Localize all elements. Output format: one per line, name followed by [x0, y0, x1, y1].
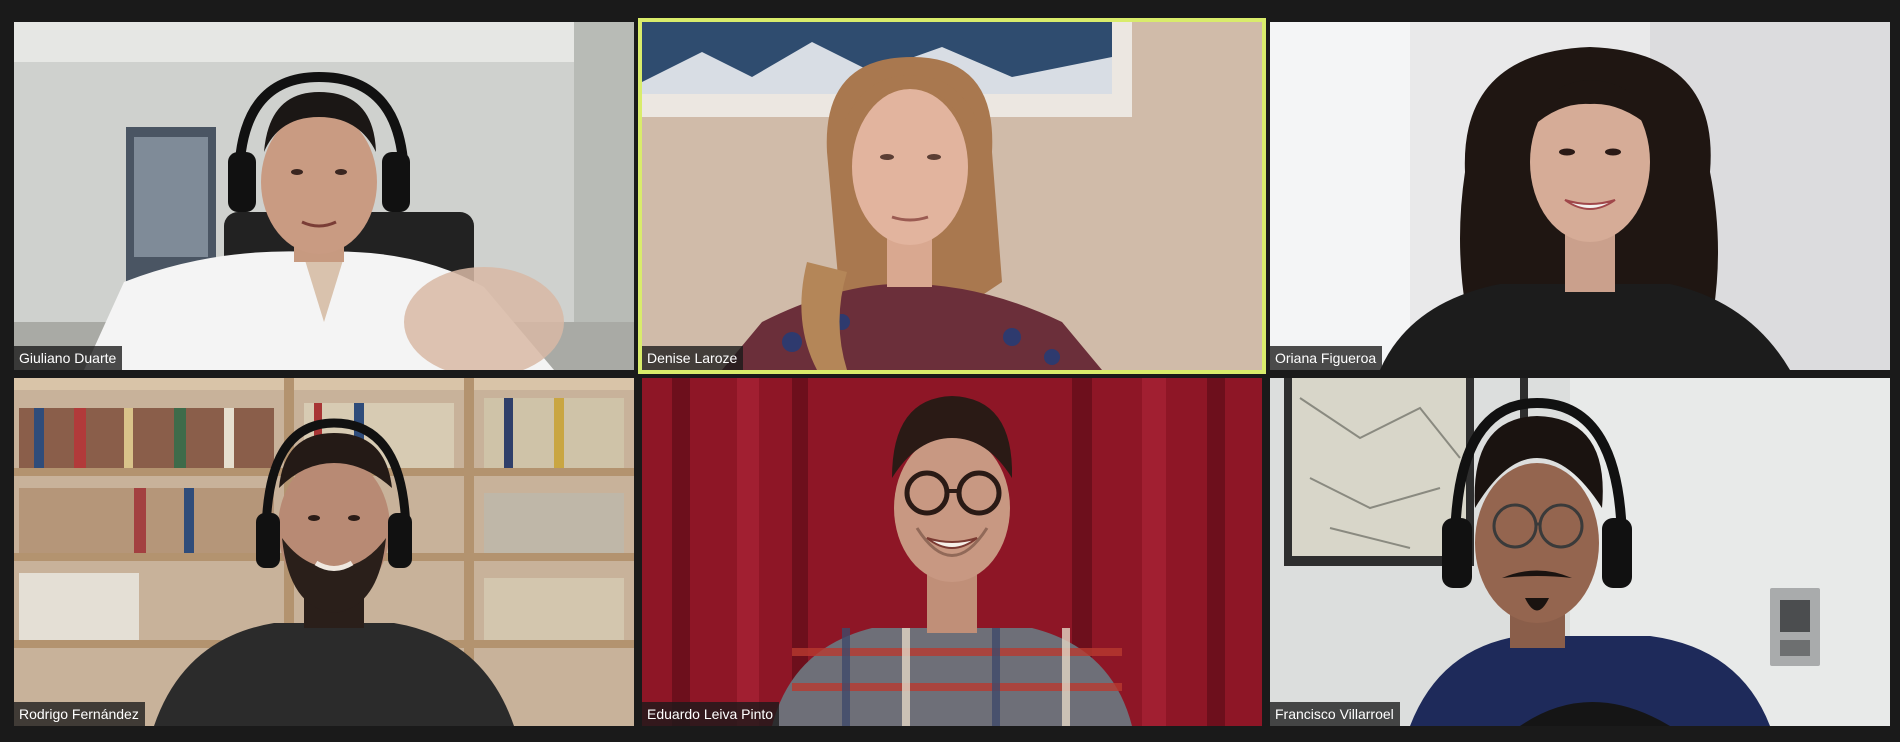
video-tile-rodrigo-fernandez[interactable]: Rodrigo Fernández [14, 378, 634, 726]
participant-name-label: Oriana Figueroa [1270, 346, 1383, 370]
video-tile-giuliano-duarte[interactable]: Giuliano Duarte [14, 22, 634, 370]
video-tile-denise-laroze[interactable]: Denise Laroze [638, 18, 1266, 374]
participant-name-label: Francisco Villarroel [1270, 702, 1400, 726]
video-feed [1270, 378, 1890, 726]
video-call-window: Giuliano Duarte Denise Laroze Oriana Fig… [0, 0, 1900, 742]
video-tile-francisco-villarroel[interactable]: Francisco Villarroel [1270, 378, 1890, 726]
video-tile-oriana-figueroa[interactable]: Oriana Figueroa [1270, 22, 1890, 370]
participant-name-label: Denise Laroze [642, 346, 744, 370]
video-feed [14, 378, 634, 726]
video-tile-eduardo-leiva-pinto[interactable]: Eduardo Leiva Pinto [642, 378, 1262, 726]
gallery-grid: Giuliano Duarte Denise Laroze Oriana Fig… [14, 18, 1890, 726]
video-feed [14, 22, 634, 370]
participant-name-label: Giuliano Duarte [14, 346, 123, 370]
video-feed [642, 22, 1262, 370]
video-feed [1270, 22, 1890, 370]
participant-name-label: Rodrigo Fernández [14, 702, 145, 726]
participant-name-label: Eduardo Leiva Pinto [642, 702, 780, 726]
video-feed [642, 378, 1262, 726]
